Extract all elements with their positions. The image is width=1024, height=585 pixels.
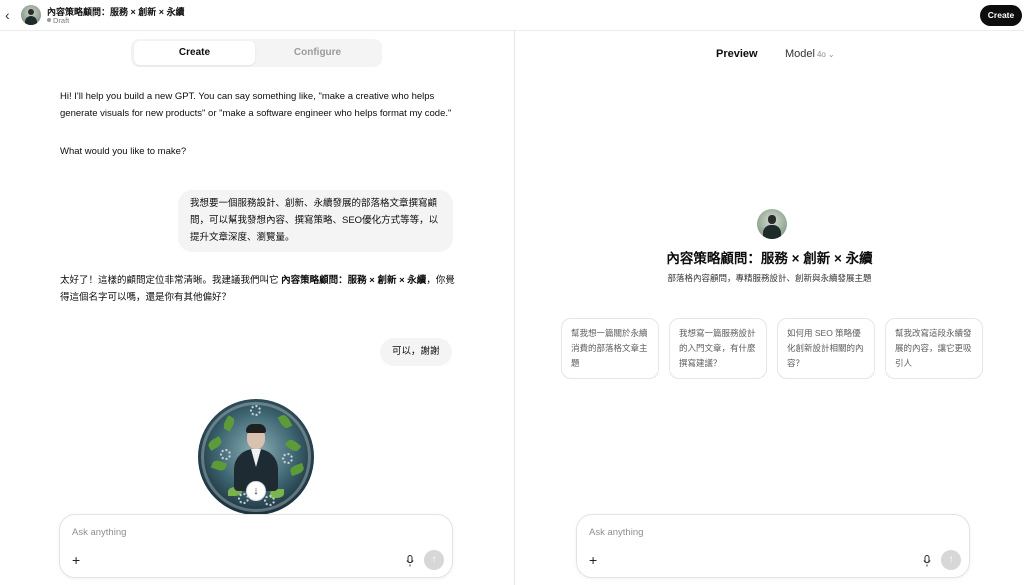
plus-icon[interactable]: + [72,553,80,567]
assistant-intro-message: Hi! I'll help you build a new GPT. You c… [60,91,452,119]
conversation-starter-card[interactable]: 如何用 SEO 策略優化創新設計相關的內容？ [777,318,875,379]
preview-composer: + ↑ [576,514,970,578]
send-arrow-icon[interactable]: ↑ [424,550,444,570]
draft-status: Draft [47,16,69,25]
scroll-down-icon[interactable]: ↓ [246,481,266,501]
send-arrow-icon[interactable]: ↑ [941,550,961,570]
preview-gpt-description: 部落格內容顧問，專精服務設計、創新與永續發展主題 [667,273,872,283]
plus-icon[interactable]: + [589,553,597,567]
builder-tabs: Create Configure [131,39,382,67]
microphone-icon[interactable] [406,555,414,567]
status-text: Draft [53,16,70,25]
user-request-bubble: 我想要一個服務設計、創新、永續發展的部落格文章撰寫顧問，可以幫我發想內容、撰寫策… [178,190,453,252]
chevron-down-icon: ⌄ [827,50,835,59]
conversation-starter-card[interactable]: 幫我改寫這段永續發展的內容，讓它更吸引人 [885,318,983,379]
top-bar: ‹ 內容策略顧問：服務 × 創新 × 永續 Draft Create [0,0,1024,31]
conversation-starter-card[interactable]: 幫我想一篇關於永續消費的部落格文章主題 [561,318,659,379]
status-dot-icon [47,18,51,22]
user-confirm-bubble: 可以，謝謝 [380,338,452,366]
assistant-reply-message: 太好了！這樣的顧問定位非常清晰。我建議我們叫它 內容策略顧問：服務 × 創新 ×… [60,272,460,306]
preview-label: Preview [716,48,758,60]
builder-message-input[interactable] [72,523,412,541]
preview-gpt-avatar [757,209,787,239]
preview-pane: Preview Model 4o ⌄ 內容策略顧問：服務 × 創新 × 永續 部落格… [515,31,1024,585]
chevron-left-icon[interactable]: ‹ [5,8,17,22]
builder-pane: Create Configure Hi! I'll help you build… [0,31,515,585]
preview-message-input[interactable] [589,523,929,541]
model-selector[interactable]: Model 4o ⌄ [785,48,835,60]
assistant-question-message: What would you like to make? [60,146,187,157]
tab-create[interactable]: Create [134,41,255,65]
model-version: 4o [816,50,826,59]
create-button[interactable]: Create [980,5,1022,26]
gpt-avatar [21,5,41,25]
preview-gpt-name: 內容策略顧問：服務 × 創新 × 永續 [666,251,873,266]
tab-configure[interactable]: Configure [257,41,378,65]
model-label-text: Model [785,48,815,60]
microphone-icon[interactable] [923,555,931,567]
reply-gpt-name: 內容策略顧問：服務 × 創新 × 永續 [281,275,427,286]
reply-prefix: 太好了！這樣的顧問定位非常清晰。我建議我們叫它 [60,275,282,286]
builder-composer: + ↑ [59,514,453,578]
conversation-starter-card[interactable]: 我想寫一篇服務設計的入門文章，有什麼撰寫建議？ [669,318,767,379]
